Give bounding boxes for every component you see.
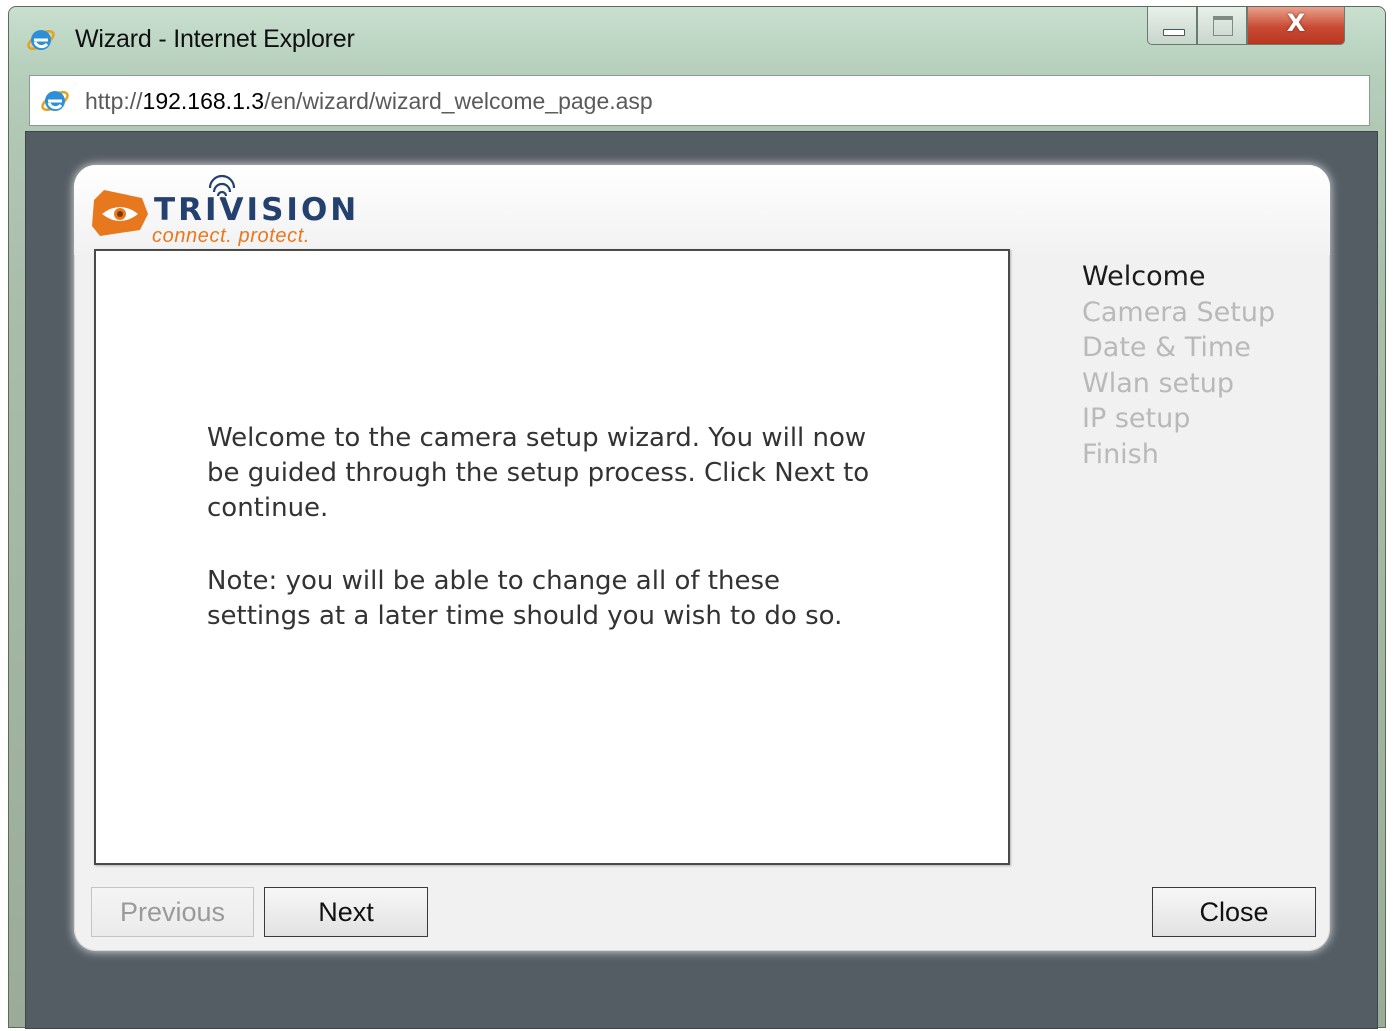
step-camera-setup: Camera Setup: [1082, 296, 1276, 328]
maximize-icon: [1213, 16, 1233, 36]
welcome-paragraph: Welcome to the camera setup wizard. You …: [207, 423, 870, 523]
wizard-steps: Welcome Camera Setup Date & Time Wlan se…: [1082, 259, 1322, 472]
close-icon: X: [1286, 9, 1306, 37]
internet-explorer-icon: [26, 25, 56, 55]
wizard-content: Welcome to the camera setup wizard. You …: [94, 249, 1010, 865]
step-ip-setup: IP setup: [1082, 403, 1191, 434]
url-path: /en/wizard/wizard_welcome_page.asp: [264, 88, 653, 114]
title-bar[interactable]: Wizard - Internet Explorer X: [9, 7, 1385, 73]
url-scheme: http://: [85, 88, 143, 114]
note-paragraph: Note: you will be able to change all of …: [207, 566, 843, 631]
wizard-panel: TRIVISION connect. protect. Welcome to t…: [74, 165, 1330, 951]
address-bar[interactable]: http://192.168.1.3/en/wizard/wizard_welc…: [29, 75, 1370, 126]
step-wlan-setup: Wlan setup: [1082, 367, 1234, 399]
close-button[interactable]: Close: [1152, 887, 1316, 937]
window-title: Wizard - Internet Explorer: [75, 25, 355, 53]
minimize-button[interactable]: [1147, 7, 1197, 45]
step-date-time: Date & Time: [1082, 332, 1251, 363]
previous-button[interactable]: Previous: [91, 887, 254, 937]
logo-wordmark: TRIVISION: [154, 192, 360, 228]
page-icon: [40, 86, 70, 116]
step-welcome: Welcome: [1082, 261, 1206, 292]
maximize-button[interactable]: [1197, 7, 1247, 45]
next-button[interactable]: Next: [264, 887, 428, 937]
page-viewport: TRIVISION connect. protect. Welcome to t…: [25, 131, 1378, 1029]
step-finish: Finish: [1082, 438, 1159, 470]
url-host: 192.168.1.3: [142, 88, 265, 114]
url-text: http://192.168.1.3/en/wizard/wizard_welc…: [85, 88, 653, 115]
minimize-icon: [1163, 29, 1185, 36]
logo-tagline: connect. protect.: [152, 225, 311, 247]
browser-window: Wizard - Internet Explorer X http://192.…: [8, 6, 1386, 1029]
welcome-message: Welcome to the camera setup wizard. You …: [207, 421, 887, 672]
trivision-logo: TRIVISION connect. protect.: [90, 170, 390, 250]
window-close-button[interactable]: X: [1247, 7, 1345, 45]
